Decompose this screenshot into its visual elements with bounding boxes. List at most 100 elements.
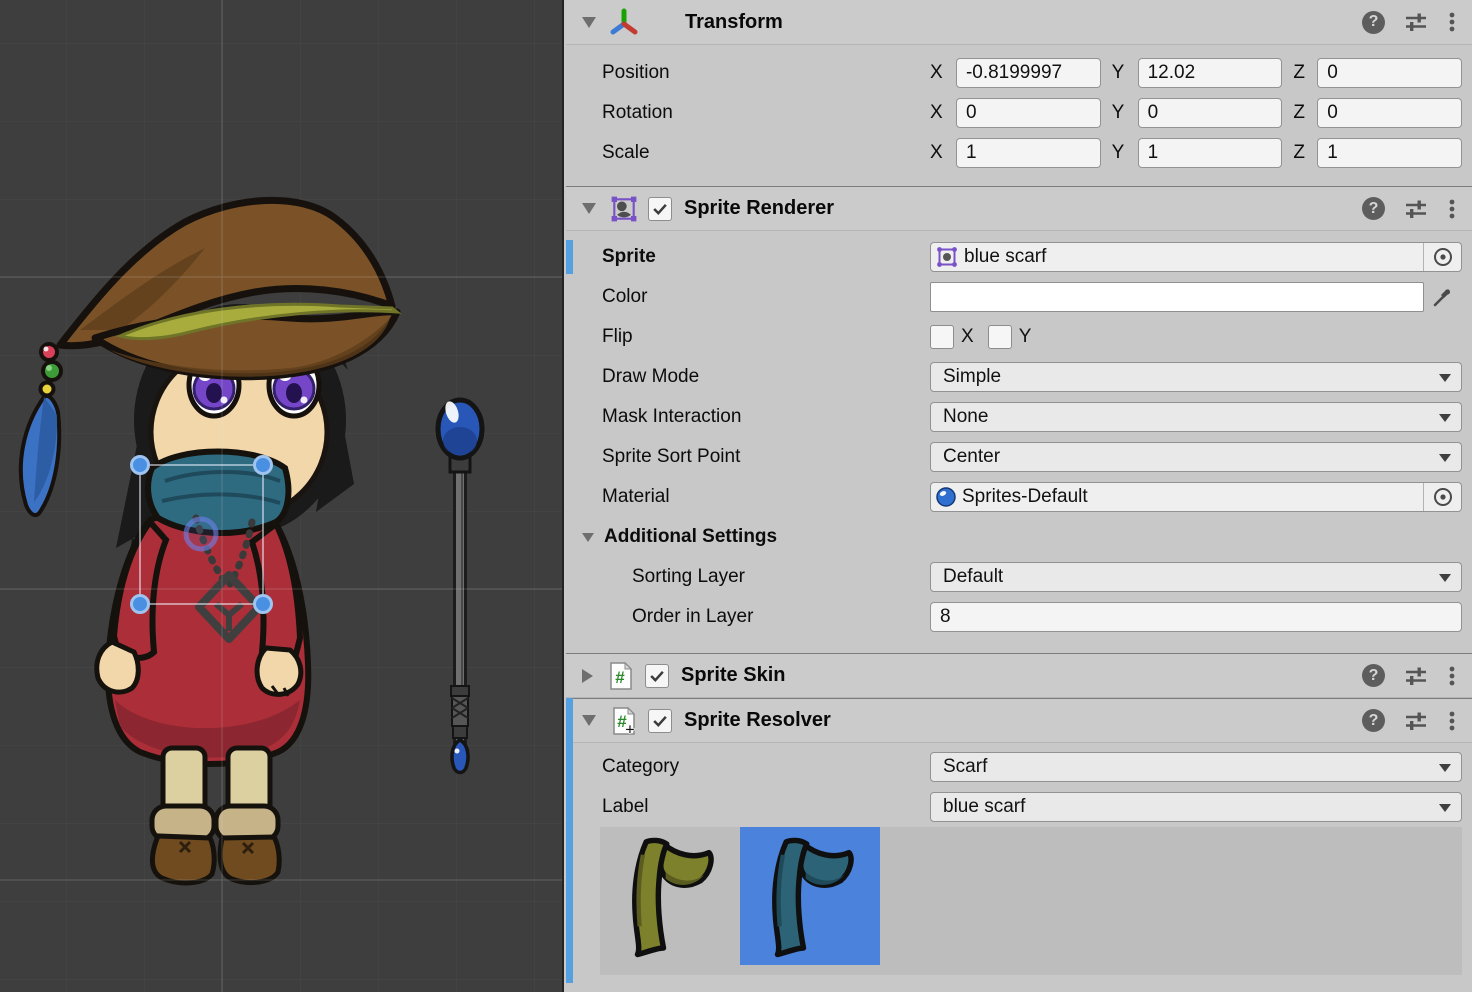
order-in-layer-label: Order in Layer xyxy=(566,606,930,628)
prefab-override-indicator-resolver xyxy=(566,698,573,983)
axis-z-label: Z xyxy=(1293,142,1317,164)
sprite-skin-enabled-checkbox[interactable] xyxy=(645,664,669,688)
transform-foldout-icon[interactable] xyxy=(582,17,596,28)
axis-y-label: Y xyxy=(1112,62,1138,84)
selection-handle-top-left[interactable] xyxy=(132,457,149,474)
transform-header[interactable]: Transform ? xyxy=(566,0,1472,45)
axis-y-label: Y xyxy=(1112,142,1138,164)
dropdown-arrow-icon xyxy=(1439,764,1451,772)
presets-icon[interactable] xyxy=(1404,664,1428,688)
label-label: Label xyxy=(566,796,930,818)
dropdown-arrow-icon xyxy=(1439,574,1451,582)
sprite-renderer-body: Sprite blue scarf xyxy=(566,231,1472,653)
sprite-pivot-ring[interactable] xyxy=(186,519,216,549)
dropdown-arrow-icon xyxy=(1439,804,1451,812)
sprite-sort-point-row: Sprite Sort Point Center xyxy=(566,437,1472,477)
dropdown-arrow-icon xyxy=(1439,374,1451,382)
label-dropdown[interactable]: blue scarf xyxy=(930,792,1462,822)
help-icon[interactable]: ? xyxy=(1362,709,1385,732)
sprite-skin-foldout-icon[interactable] xyxy=(582,669,593,683)
selection-handle-bottom-left[interactable] xyxy=(132,596,149,613)
kebab-menu-icon[interactable] xyxy=(1447,709,1457,733)
inspector-panel: Transform ? Position X -0.8199997 xyxy=(566,0,1472,992)
rotation-row: Rotation X 0 Y 0 Z 0 xyxy=(566,93,1472,133)
flip-label: Flip xyxy=(566,326,930,348)
help-icon[interactable]: ? xyxy=(1362,11,1385,34)
sorting-layer-dropdown[interactable]: Default xyxy=(930,562,1462,592)
help-icon[interactable]: ? xyxy=(1362,664,1385,687)
scale-x-field[interactable]: 1 xyxy=(956,138,1101,168)
mask-interaction-label: Mask Interaction xyxy=(566,406,930,428)
category-row: Category Scarf xyxy=(566,747,1472,787)
sprite-sort-point-dropdown[interactable]: Center xyxy=(930,442,1462,472)
scene-view[interactable] xyxy=(0,0,564,992)
axis-x-label: X xyxy=(930,102,956,124)
sprite-renderer-title: Sprite Renderer xyxy=(684,197,834,220)
additional-settings-row[interactable]: Additional Settings xyxy=(566,517,1472,557)
sprite-sort-point-label: Sprite Sort Point xyxy=(566,446,930,468)
selection-handle-bottom-right[interactable] xyxy=(255,596,272,613)
flip-x-checkbox[interactable] xyxy=(930,325,954,349)
sprite-resolver-enabled-checkbox[interactable] xyxy=(648,709,672,733)
rotation-x-field[interactable]: 0 xyxy=(956,98,1101,128)
dropdown-arrow-icon xyxy=(1439,414,1451,422)
additional-settings-foldout-icon[interactable] xyxy=(582,533,594,542)
flip-row: Flip X Y xyxy=(566,317,1472,357)
object-picker-button[interactable] xyxy=(1423,483,1461,511)
presets-icon[interactable] xyxy=(1404,197,1428,221)
rotation-y-field[interactable]: 0 xyxy=(1138,98,1283,128)
material-object-field[interactable]: Sprites-Default xyxy=(930,482,1462,512)
rotation-z-field[interactable]: 0 xyxy=(1317,98,1462,128)
sprite-row: Sprite blue scarf xyxy=(566,237,1472,277)
scene-canvas[interactable] xyxy=(0,0,562,992)
color-swatch[interactable] xyxy=(930,282,1424,312)
sprite-resolver-foldout-icon[interactable] xyxy=(582,715,596,726)
selection-handle-top-right[interactable] xyxy=(255,457,272,474)
sprite-label: Sprite xyxy=(566,246,930,268)
mask-interaction-dropdown[interactable]: None xyxy=(930,402,1462,432)
transform-body: Position X -0.8199997 Y 12.02 Z 0 Rotati… xyxy=(566,45,1472,186)
category-dropdown[interactable]: Scarf xyxy=(930,752,1462,782)
position-x-field[interactable]: -0.8199997 xyxy=(956,58,1101,88)
transform-icon xyxy=(609,7,639,37)
draw-mode-label: Draw Mode xyxy=(566,366,930,388)
kebab-menu-icon[interactable] xyxy=(1447,10,1457,34)
axis-z-label: Z xyxy=(1293,102,1317,124)
draw-mode-dropdown[interactable]: Simple xyxy=(930,362,1462,392)
sprite-object-field[interactable]: blue scarf xyxy=(930,242,1462,272)
material-object-name: Sprites-Default xyxy=(962,486,1088,508)
position-y-field[interactable]: 12.02 xyxy=(1138,58,1283,88)
sprite-renderer-header[interactable]: Sprite Renderer ? xyxy=(566,186,1472,231)
sprite-resolver-body: Category Scarf Label blue scarf xyxy=(566,743,1472,992)
presets-icon[interactable] xyxy=(1404,709,1428,733)
axis-x-label: X xyxy=(930,142,956,164)
material-label: Material xyxy=(566,486,930,508)
transform-title: Transform xyxy=(685,11,783,34)
object-picker-button[interactable] xyxy=(1423,243,1461,271)
sprite-resolver-header[interactable]: # + Sprite Resolver ? xyxy=(566,698,1472,743)
eyedropper-button[interactable] xyxy=(1424,282,1462,312)
sprite-skin-header[interactable]: # Sprite Skin ? xyxy=(566,653,1472,698)
sprite-renderer-foldout-icon[interactable] xyxy=(582,203,596,214)
thumbnail-blue-scarf[interactable] xyxy=(740,827,880,965)
sorting-layer-row: Sorting Layer Default xyxy=(566,557,1472,597)
flip-y-checkbox[interactable] xyxy=(988,325,1012,349)
kebab-menu-icon[interactable] xyxy=(1447,664,1457,688)
dropdown-arrow-icon xyxy=(1439,454,1451,462)
position-z-field[interactable]: 0 xyxy=(1317,58,1462,88)
material-icon xyxy=(935,486,957,508)
scale-z-field[interactable]: 1 xyxy=(1317,138,1462,168)
kebab-menu-icon[interactable] xyxy=(1447,197,1457,221)
color-label: Color xyxy=(566,286,930,308)
sprite-renderer-icon xyxy=(609,194,639,224)
scale-row: Scale X 1 Y 1 Z 1 xyxy=(566,133,1472,173)
position-label: Position xyxy=(566,62,930,84)
scale-y-field[interactable]: 1 xyxy=(1138,138,1283,168)
thumbnail-green-scarf[interactable] xyxy=(600,827,740,965)
presets-icon[interactable] xyxy=(1404,10,1428,34)
mask-interaction-row: Mask Interaction None xyxy=(566,397,1472,437)
sprite-skin-title: Sprite Skin xyxy=(681,664,785,687)
sprite-renderer-enabled-checkbox[interactable] xyxy=(648,197,672,221)
order-in-layer-field[interactable]: 8 xyxy=(930,602,1462,632)
help-icon[interactable]: ? xyxy=(1362,197,1385,220)
